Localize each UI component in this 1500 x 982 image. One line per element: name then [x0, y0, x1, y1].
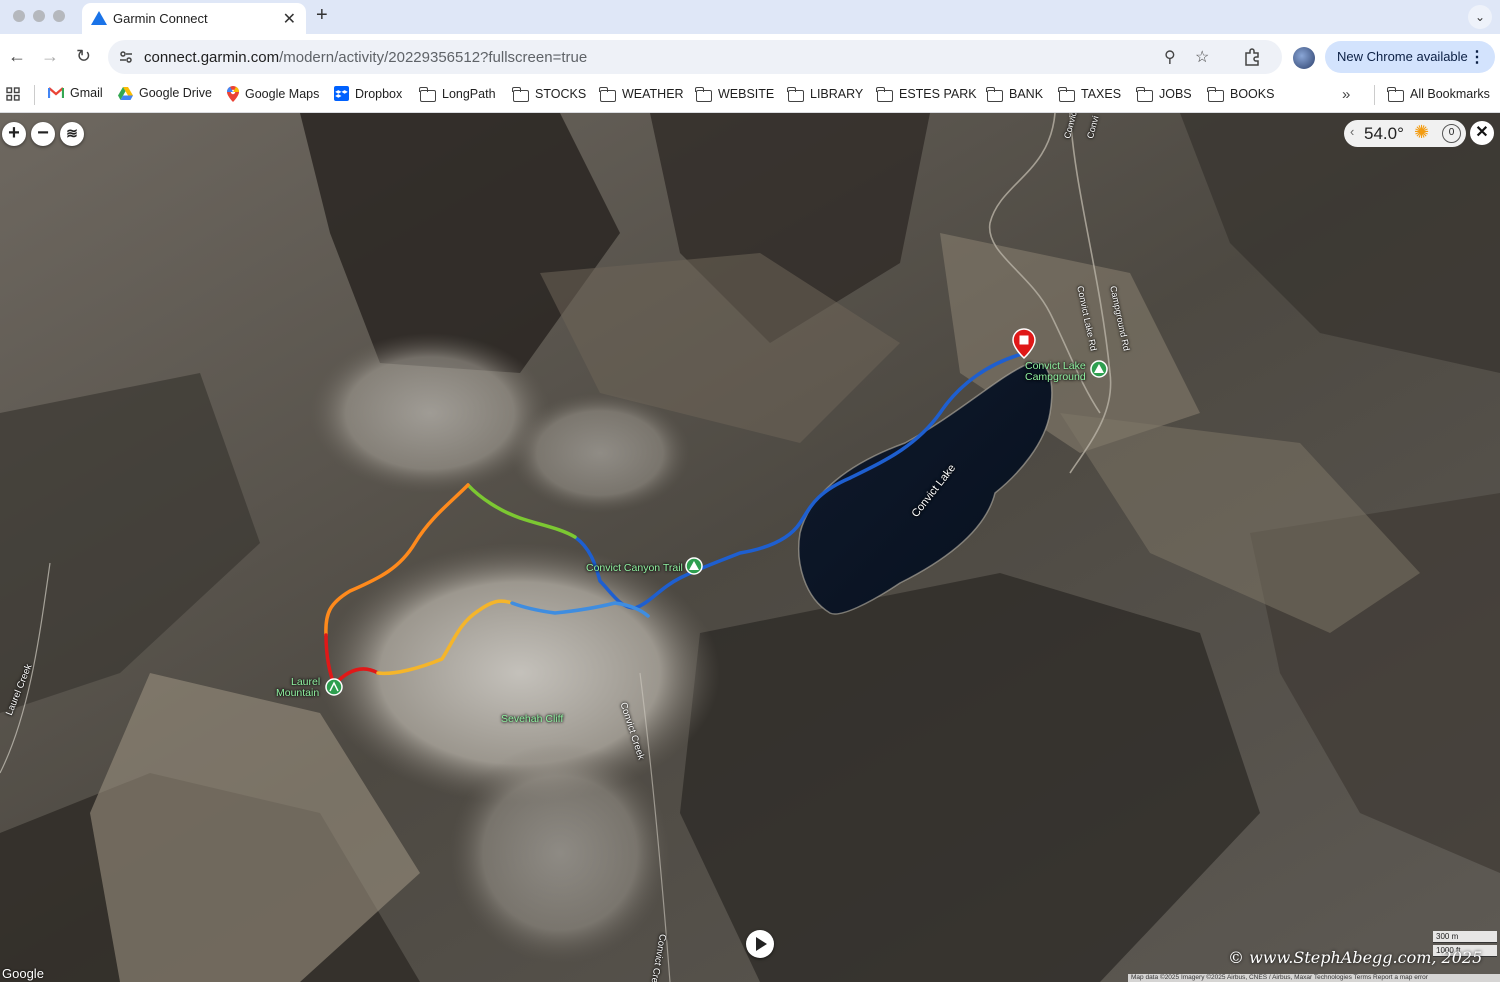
- bookmark-label: Gmail: [70, 86, 103, 100]
- new-chrome-available-button[interactable]: New Chrome available ⋮: [1325, 41, 1495, 73]
- bookmark-label: WEBSITE: [718, 87, 775, 101]
- bookmark-folder-jobs[interactable]: JOBS: [1136, 87, 1192, 102]
- more-bookmarks-chevron-icon[interactable]: »: [1342, 86, 1350, 103]
- bookmark-google-maps[interactable]: Google Maps: [227, 86, 319, 102]
- bookmark-folder-website[interactable]: WEBSITE: [695, 87, 775, 102]
- reload-icon[interactable]: ↻: [76, 46, 91, 67]
- profile-avatar[interactable]: [1293, 47, 1315, 69]
- site-info-icon[interactable]: [119, 50, 133, 64]
- toolbar: ← → ↻ connect.garmin.com/modern/activity…: [0, 34, 1500, 80]
- bookmark-label: Google Drive: [139, 86, 212, 100]
- bookmark-gmail[interactable]: Gmail: [48, 86, 103, 100]
- gmail-icon: [48, 87, 64, 98]
- sun-icon: ✺: [1414, 122, 1430, 142]
- activity-map[interactable]: Convict Lake Convict Lake Campground Con…: [0, 113, 1500, 982]
- close-tab-icon[interactable]: ✕: [283, 9, 296, 29]
- folder-icon: [512, 87, 529, 102]
- all-bookmarks-label: All Bookmarks: [1410, 87, 1490, 101]
- bookmarks-divider: [1374, 85, 1375, 105]
- bookmark-label: LIBRARY: [810, 87, 864, 101]
- satellite-imagery: [0, 113, 1500, 982]
- map-label-convict-canyon-trail: Convict Canyon Trail: [586, 562, 683, 574]
- temperature-value: 54.0°: [1364, 124, 1404, 143]
- map-layers-icon[interactable]: ≋: [60, 122, 84, 146]
- tab-title: Garmin Connect: [113, 11, 208, 26]
- more-menu-icon[interactable]: ⋮: [1469, 47, 1485, 67]
- bookmark-folder-weather[interactable]: WEATHER: [599, 87, 684, 102]
- maximize-window-button[interactable]: [53, 10, 65, 22]
- url-text[interactable]: connect.garmin.com/modern/activity/20229…: [144, 49, 587, 66]
- folder-icon: [1207, 87, 1224, 102]
- back-arrow-icon[interactable]: ←: [8, 46, 26, 67]
- apps-grid-icon[interactable]: [6, 87, 20, 101]
- folder-icon: [419, 87, 436, 102]
- bookmark-label: Google Maps: [245, 87, 320, 101]
- zoom-in-button[interactable]: +: [2, 122, 26, 146]
- new-chrome-label: New Chrome available: [1337, 49, 1468, 64]
- map-label-campground-line2: Campground: [1025, 371, 1086, 383]
- bookmark-label: WEATHER: [622, 87, 684, 101]
- map-label-sevehah-cliff: Sevehah Cliff: [501, 713, 564, 725]
- bookmark-folder-taxes[interactable]: TAXES: [1058, 87, 1122, 102]
- url-host: connect.garmin.com: [144, 49, 280, 66]
- folder-icon: [1058, 87, 1075, 102]
- folder-icon: [599, 87, 616, 102]
- bookmark-folder-longpath[interactable]: LongPath: [419, 87, 496, 102]
- minimize-window-button[interactable]: [33, 10, 45, 22]
- folder-icon: [986, 87, 1003, 102]
- bookmark-folder-books[interactable]: BOOKS: [1207, 87, 1275, 102]
- folder-icon: [1136, 87, 1153, 102]
- folder-icon: [695, 87, 712, 102]
- bookmark-folder-library[interactable]: LIBRARY: [787, 87, 864, 102]
- bookmark-star-icon[interactable]: ☆: [1195, 47, 1209, 67]
- bookmark-label: BOOKS: [1230, 87, 1275, 101]
- address-bar[interactable]: connect.garmin.com/modern/activity/20229…: [108, 40, 1282, 74]
- forward-arrow-icon[interactable]: →: [41, 46, 59, 67]
- tab-search-button[interactable]: ⌄: [1468, 5, 1492, 29]
- map-label-laurel-line2: Mountain: [276, 687, 320, 699]
- bookmark-label: LongPath: [442, 87, 496, 101]
- chevron-left-icon[interactable]: ‹: [1350, 124, 1354, 139]
- bookmark-label: STOCKS: [535, 87, 587, 101]
- google-logo: Google: [2, 966, 44, 981]
- google-drive-icon: [118, 86, 133, 100]
- garmin-logo-icon: [91, 11, 107, 25]
- zoom-search-icon[interactable]: ⚲: [1164, 47, 1176, 67]
- close-window-button[interactable]: [13, 10, 25, 22]
- bookmark-google-drive[interactable]: Google Drive: [118, 86, 212, 100]
- bookmarks-divider: [34, 85, 35, 105]
- weather-widget[interactable]: ‹ 54.0° ✺ 0: [1344, 120, 1466, 147]
- bookmark-label: BANK: [1009, 87, 1044, 101]
- bookmark-label: JOBS: [1159, 87, 1192, 101]
- new-tab-button[interactable]: +: [316, 4, 328, 27]
- wind-speed: 0: [1442, 124, 1461, 143]
- bookmark-dropbox[interactable]: Dropbox: [334, 86, 402, 101]
- google-maps-icon: [227, 86, 239, 102]
- play-route-button[interactable]: [746, 930, 774, 958]
- bookmark-label: TAXES: [1081, 87, 1122, 101]
- bookmark-label: Dropbox: [355, 86, 403, 101]
- copyright-watermark: © www.StephAbegg.com, 2025: [1228, 948, 1483, 967]
- bookmark-folder-estes-park[interactable]: ESTES PARK: [876, 87, 977, 102]
- tab-garmin-connect[interactable]: Garmin Connect ✕: [82, 3, 306, 34]
- folder-icon: [787, 87, 804, 102]
- bookmarks-bar: Gmail Google Drive Google Maps Dropbox L…: [0, 80, 1500, 113]
- folder-icon: [1387, 87, 1404, 102]
- folder-icon: [876, 87, 893, 102]
- scale-metric: 300 m: [1433, 931, 1497, 943]
- dropbox-icon: [334, 86, 349, 101]
- zoom-out-button[interactable]: −: [31, 122, 55, 146]
- all-bookmarks-button[interactable]: All Bookmarks: [1387, 87, 1490, 102]
- extensions-icon[interactable]: [1243, 48, 1261, 66]
- url-path: /modern/activity/20229356512?fullscreen=…: [279, 49, 588, 66]
- close-fullscreen-button[interactable]: ✕: [1470, 121, 1494, 145]
- map-attribution[interactable]: Map data ©2025 Imagery ©2025 Airbus, CNE…: [1128, 974, 1500, 982]
- bookmark-label: ESTES PARK: [899, 87, 977, 101]
- bookmark-folder-bank[interactable]: BANK: [986, 87, 1044, 102]
- bookmark-folder-stocks[interactable]: STOCKS: [512, 87, 587, 102]
- tab-bar: Garmin Connect ✕ + ⌄: [0, 0, 1500, 34]
